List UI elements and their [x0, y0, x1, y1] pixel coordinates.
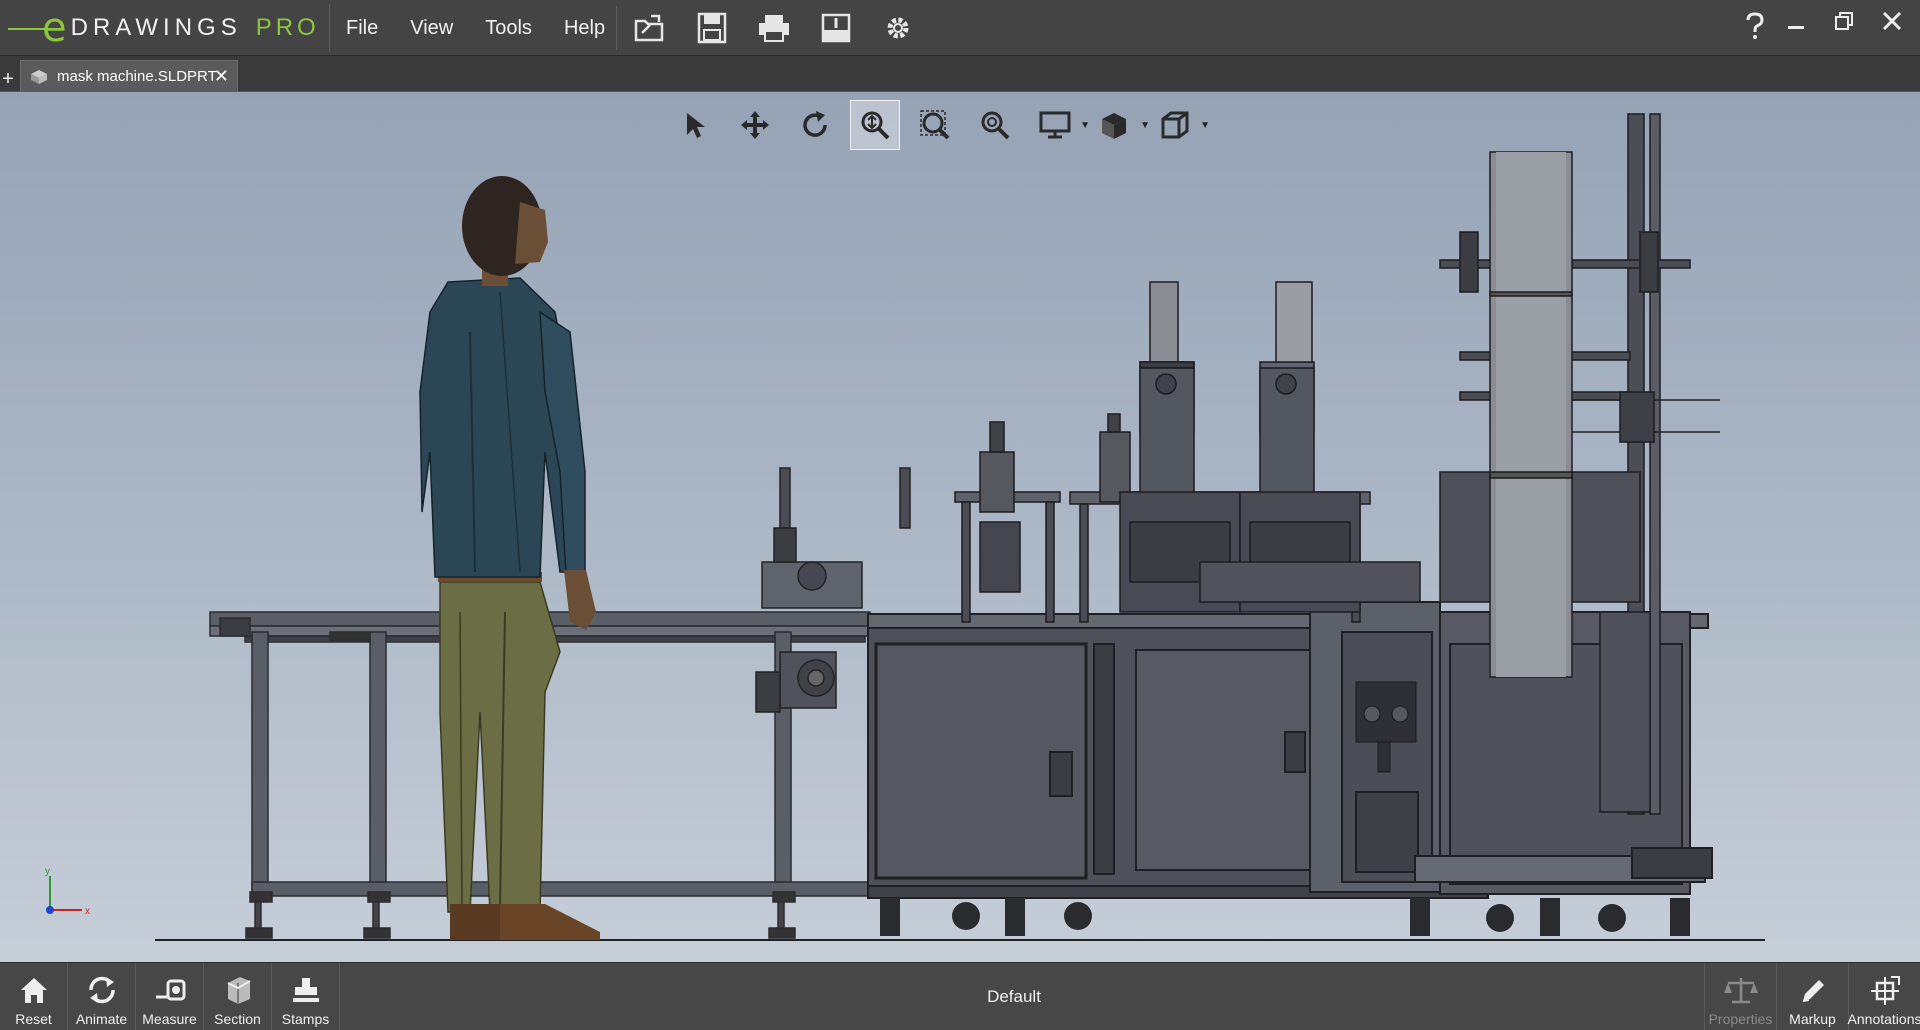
model-scene[interactable] — [0, 92, 1920, 962]
view-settings-icon[interactable]: ▼ — [1090, 100, 1150, 150]
pan-icon[interactable] — [730, 100, 780, 150]
open-icon[interactable] — [628, 8, 672, 48]
zoom-to-area-icon[interactable] — [910, 100, 960, 150]
properties-label: Properties — [1708, 1011, 1773, 1027]
publish-icon[interactable] — [814, 8, 858, 48]
logo-line — [8, 28, 48, 30]
model-viewport[interactable]: ▼ ▼ ▼ y x — [0, 92, 1920, 962]
upper-mechanism — [954, 281, 1421, 623]
machine-cabinet — [867, 601, 1713, 899]
measure-icon — [155, 979, 185, 1001]
app-edition: PRO — [255, 14, 320, 41]
tab-document-label: mask machine.SLDPRT — [57, 68, 217, 85]
settings-icon[interactable] — [876, 8, 920, 48]
reset-label: Reset — [15, 1011, 52, 1027]
title-bar: e DRAWINGS PRO File View Tools Help — [0, 0, 1920, 56]
axis-y-label: y — [45, 866, 50, 877]
tab-close-icon[interactable]: ✕ — [214, 66, 229, 87]
close-icon[interactable] — [1874, 4, 1910, 38]
add-tab-icon[interactable]: + — [0, 68, 16, 90]
measure-label: Measure — [142, 1011, 197, 1027]
app-name: DRAWINGS — [70, 14, 242, 41]
rotate-icon[interactable] — [790, 100, 840, 150]
bottom-right-tools: Properties Markup Annotations — [1704, 963, 1920, 1030]
save-icon[interactable] — [690, 8, 734, 48]
view-toolbar: ▼ ▼ ▼ — [670, 100, 1210, 150]
animate-icon — [88, 976, 115, 1004]
axis-triad: y x — [45, 866, 90, 917]
standard-views-icon[interactable]: ▼ — [1150, 100, 1210, 150]
section-button[interactable]: Section — [204, 963, 272, 1030]
markup-label: Markup — [1789, 1011, 1836, 1027]
tab-document[interactable]: mask machine.SLDPRT ✕ — [20, 60, 238, 92]
menu-tools[interactable]: Tools — [469, 17, 548, 40]
measure-button[interactable]: Measure — [136, 963, 204, 1030]
reset-button[interactable]: Reset — [0, 963, 68, 1030]
menu-bar: File View Tools Help — [330, 0, 621, 56]
animate-label: Animate — [75, 1011, 128, 1027]
section-label: Section — [214, 1011, 261, 1027]
restore-icon[interactable] — [1826, 4, 1862, 38]
stamps-label: Stamps — [281, 1011, 330, 1027]
zoom-icon[interactable] — [970, 100, 1020, 150]
human-scale-figure — [419, 176, 600, 940]
annotations-button[interactable]: Annotations — [1848, 963, 1920, 1030]
display-style-icon[interactable]: ▼ — [1030, 100, 1090, 150]
print-icon[interactable] — [752, 8, 796, 48]
document-tab-bar: + mask machine.SLDPRT ✕ — [0, 56, 1920, 92]
home-icon — [20, 978, 47, 1003]
annotations-label: Annotations — [1847, 1011, 1920, 1027]
properties-button[interactable]: Properties — [1704, 963, 1776, 1030]
part-icon — [31, 69, 47, 84]
configuration-name[interactable]: Default — [950, 987, 1078, 1007]
menu-file[interactable]: File — [330, 17, 394, 40]
stamps-icon — [292, 978, 319, 1002]
markup-button[interactable]: Markup — [1776, 963, 1848, 1030]
bottom-left-tools: Reset Animate Measure Section Stamps — [0, 963, 340, 1030]
animate-button[interactable]: Animate — [68, 963, 136, 1030]
stamps-button[interactable]: Stamps — [272, 963, 340, 1030]
menu-view[interactable]: View — [394, 17, 469, 40]
menu-help[interactable]: Help — [548, 17, 621, 40]
markup-icon — [1802, 980, 1824, 1002]
minimize-icon[interactable] — [1778, 4, 1814, 38]
section-icon — [227, 977, 251, 1004]
casters — [880, 898, 1690, 936]
app-logo: e DRAWINGS PRO — [6, 4, 330, 52]
quick-access-toolbar — [628, 8, 920, 48]
help-icon[interactable] — [1738, 6, 1772, 46]
window-controls — [1778, 4, 1910, 38]
select-icon[interactable] — [670, 100, 720, 150]
axis-x-label: x — [85, 906, 90, 917]
annotations-icon — [1870, 976, 1900, 1005]
zoom-to-fit-icon[interactable] — [850, 100, 900, 150]
properties-icon — [1723, 978, 1758, 1004]
bottom-toolbar: Reset Animate Measure Section Stamps Def… — [0, 962, 1920, 1030]
menu-divider — [616, 6, 617, 50]
